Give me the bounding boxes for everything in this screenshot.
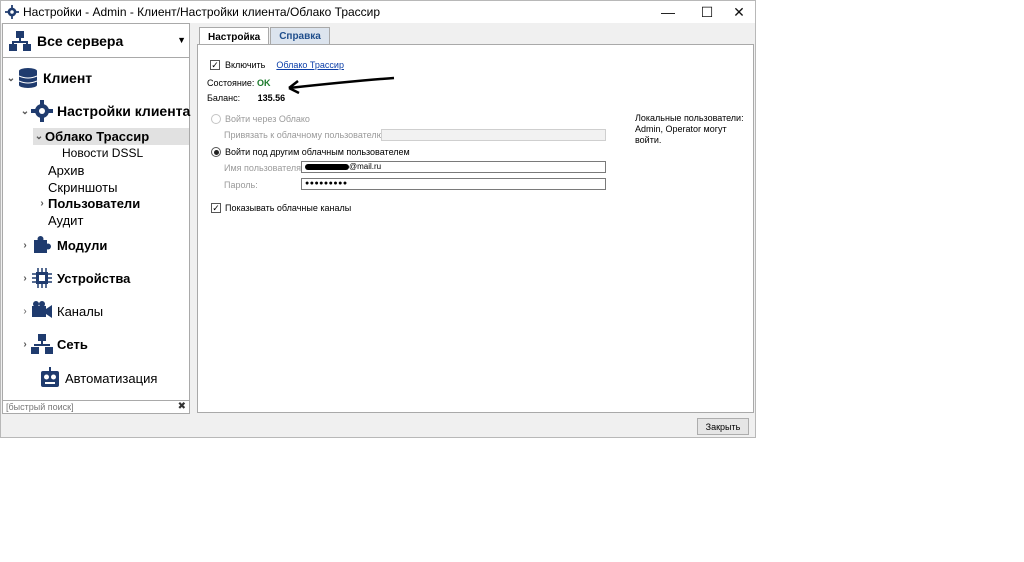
chevron-down-icon[interactable]: ⌄ — [33, 131, 45, 142]
tree-item-automation[interactable]: Автоматизация — [31, 367, 157, 389]
quick-search-placeholder: [быстрый поиск] — [6, 402, 74, 412]
status-label: Состояние: — [207, 78, 255, 88]
chevron-right-icon[interactable]: › — [36, 198, 48, 209]
login-via-cloud-radio[interactable] — [211, 114, 221, 124]
password-field[interactable]: ●●●●●●●●● — [301, 178, 606, 190]
enable-checkbox[interactable]: ✓ — [210, 60, 220, 70]
tree-label: Модули — [57, 237, 108, 253]
tree-label: Облако Трассир — [45, 129, 150, 144]
username-label: Имя пользователя: — [224, 163, 304, 173]
tree-label: Новости DSSL — [62, 146, 144, 160]
tree-label: Аудит — [48, 213, 84, 228]
tree-item-client[interactable]: ⌄ Клиент — [5, 67, 92, 89]
chevron-down-icon: ▼ — [177, 35, 186, 45]
arrow-annotation-icon — [288, 76, 395, 94]
tab-help[interactable]: Справка — [270, 27, 330, 45]
tree-item-cloud[interactable]: ⌄ Облако Трассир — [33, 128, 189, 145]
tree-label: Сеть — [57, 336, 88, 352]
tree-item-users[interactable]: › Пользователи — [36, 196, 140, 211]
close-window-button[interactable]: ✕ — [722, 1, 756, 23]
password-label: Пароль: — [224, 180, 258, 190]
show-channels-label: Показывать облачные каналы — [225, 203, 352, 213]
quick-search-input[interactable]: [быстрый поиск] ✖ — [2, 400, 190, 414]
tree-item-devices[interactable]: › Устройства — [19, 267, 130, 289]
login-via-cloud-label: Войти через Облако — [225, 114, 310, 124]
network-icon — [31, 333, 53, 355]
gear-icon — [5, 5, 19, 19]
puzzle-icon — [31, 234, 53, 256]
gear-icon — [31, 100, 53, 122]
tree-item-archive[interactable]: Архив — [48, 163, 84, 178]
tree-item-client-settings[interactable]: ⌄ Настройки клиента — [19, 100, 190, 122]
tree-label: Устройства — [57, 270, 131, 286]
bind-label: Привязать к облачному пользователю: — [224, 130, 386, 140]
database-icon — [17, 67, 39, 89]
username-value: @mail.ru — [349, 162, 382, 171]
redaction-scribble — [305, 163, 349, 170]
tree-label: Пользователи — [48, 196, 141, 211]
tree-item-news[interactable]: Новости DSSL — [62, 146, 143, 160]
window-title: Настройки - Admin - Клиент/Настройки кли… — [23, 5, 381, 19]
tree-item-channels[interactable]: › Каналы — [19, 300, 103, 322]
tree-label: Автоматизация — [65, 370, 158, 386]
server-selector-label: Все сервера — [37, 32, 124, 49]
network-icon — [9, 30, 31, 51]
minimize-button[interactable]: — — [651, 1, 685, 23]
tree-item-modules[interactable]: › Модули — [19, 234, 107, 256]
balance-value: 135.56 — [257, 93, 286, 103]
login-via-cloud-row: Войти через Облако — [211, 114, 310, 124]
tree-label: Архив — [48, 163, 85, 178]
close-button[interactable]: Закрыть — [697, 418, 749, 435]
tree-item-network[interactable]: › Сеть — [19, 333, 88, 355]
chevron-down-icon[interactable]: ⌄ — [19, 106, 31, 117]
status-row: Состояние: OK — [207, 78, 270, 88]
camera-icon — [31, 300, 53, 322]
clear-icon[interactable]: ✖ — [178, 401, 186, 413]
enable-row: ✓ Включить Облако Трассир — [210, 60, 344, 70]
tree-label: Каналы — [57, 303, 104, 319]
login-other-row: Войти под другим облачным пользователем — [211, 147, 410, 157]
status-value: OK — [256, 78, 271, 88]
show-channels-row: ✓ Показывать облачные каналы — [211, 203, 351, 213]
robot-icon — [39, 367, 61, 389]
local-users-note: Локальные пользователи: Admin, Operator … — [635, 113, 744, 145]
chevron-right-icon[interactable]: › — [19, 306, 31, 317]
chevron-right-icon[interactable]: › — [19, 273, 31, 284]
bind-user-field — [381, 129, 606, 141]
login-other-label: Войти под другим облачным пользователем — [225, 147, 410, 157]
chevron-right-icon[interactable]: › — [19, 240, 31, 251]
tree-label: Настройки клиента — [57, 103, 191, 119]
cloud-link[interactable]: Облако Трассир — [276, 60, 344, 70]
tree-item-audit[interactable]: Аудит — [48, 213, 83, 228]
balance-row: Баланс: 135.56 — [207, 93, 285, 103]
sidebar: Все сервера ▼ ⌄ Клиент ⌄ Настройки клиен… — [2, 23, 190, 413]
title-bar: Настройки - Admin - Клиент/Настройки кли… — [1, 1, 755, 23]
chevron-down-icon[interactable]: ⌄ — [5, 73, 17, 84]
username-field[interactable]: @mail.ru — [301, 161, 606, 173]
settings-window: Настройки - Admin - Клиент/Настройки кли… — [0, 0, 756, 438]
tree-item-screenshots[interactable]: Скриншоты — [48, 180, 117, 195]
settings-panel: ✓ Включить Облако Трассир Состояние: OK … — [197, 44, 754, 413]
tree-label: Клиент — [43, 70, 93, 86]
chevron-right-icon[interactable]: › — [19, 339, 31, 350]
balance-label: Баланс: — [207, 93, 241, 103]
server-selector[interactable]: Все сервера ▼ — [3, 24, 189, 58]
chip-icon — [31, 267, 53, 289]
tree-label: Скриншоты — [48, 180, 118, 195]
login-other-radio[interactable] — [211, 147, 221, 157]
show-channels-checkbox[interactable]: ✓ — [211, 203, 221, 213]
tab-bar: Настройка Справка — [199, 27, 331, 46]
enable-label: Включить — [225, 60, 266, 70]
maximize-button[interactable]: ☐ — [690, 1, 724, 23]
